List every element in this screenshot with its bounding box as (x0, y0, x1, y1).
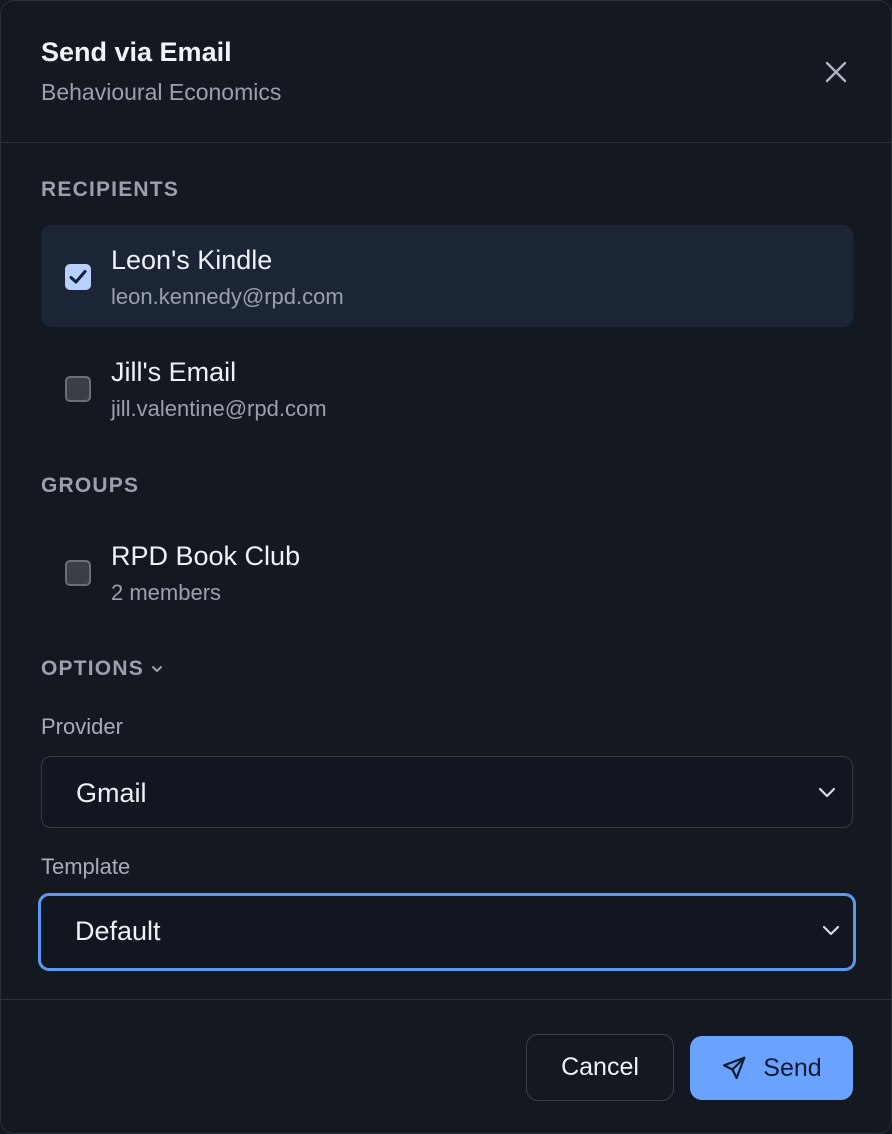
footer-divider (1, 999, 891, 1000)
group-row-rpd-book-club[interactable]: RPD Book Club 2 members (41, 521, 853, 623)
options-label: OPTIONS (41, 657, 144, 680)
send-button[interactable]: Send (690, 1036, 853, 1100)
checkmark-icon (69, 270, 87, 284)
group-name: RPD Book Club (111, 541, 301, 571)
template-select[interactable]: Default (38, 893, 856, 971)
provider-value: Gmail (76, 778, 147, 808)
chevron-down-icon (822, 925, 840, 936)
paper-plane-icon (723, 1056, 746, 1080)
recipient-checkbox[interactable] (65, 376, 91, 402)
recipients-section-label: RECIPIENTS (41, 178, 180, 201)
recipient-email: leon.kennedy@rpd.com (111, 284, 344, 309)
template-label: Template (41, 854, 131, 879)
provider-label: Provider (41, 714, 123, 739)
cancel-button[interactable]: Cancel (526, 1034, 674, 1101)
recipient-name: Jill's Email (111, 357, 237, 387)
recipient-email: jill.valentine@rpd.com (111, 396, 327, 421)
recipient-checkbox[interactable] (65, 264, 91, 290)
recipient-name: Leon's Kindle (111, 245, 273, 275)
close-button[interactable] (817, 53, 855, 91)
dialog-header: Send via Email Behavioural Economics (1, 1, 891, 143)
dialog-title: Send via Email (41, 37, 232, 67)
provider-select[interactable]: Gmail (41, 756, 853, 828)
dialog-subtitle: Behavioural Economics (41, 79, 282, 105)
cancel-button-label: Cancel (561, 1053, 639, 1081)
send-email-dialog: Send via Email Behavioural Economics REC… (0, 0, 892, 1134)
send-button-label: Send (763, 1053, 822, 1082)
group-members-count: 2 members (111, 580, 222, 605)
chevron-down-icon (151, 666, 162, 672)
groups-section-label: GROUPS (41, 474, 140, 497)
group-checkbox[interactable] (65, 560, 91, 586)
close-icon (825, 61, 847, 83)
template-value: Default (75, 916, 161, 946)
recipient-row-jills-email[interactable]: Jill's Email jill.valentine@rpd.com (41, 337, 853, 439)
recipient-row-leons-kindle[interactable]: Leon's Kindle leon.kennedy@rpd.com (41, 225, 853, 327)
chevron-down-icon (818, 787, 836, 798)
options-toggle[interactable]: OPTIONS (41, 657, 164, 681)
